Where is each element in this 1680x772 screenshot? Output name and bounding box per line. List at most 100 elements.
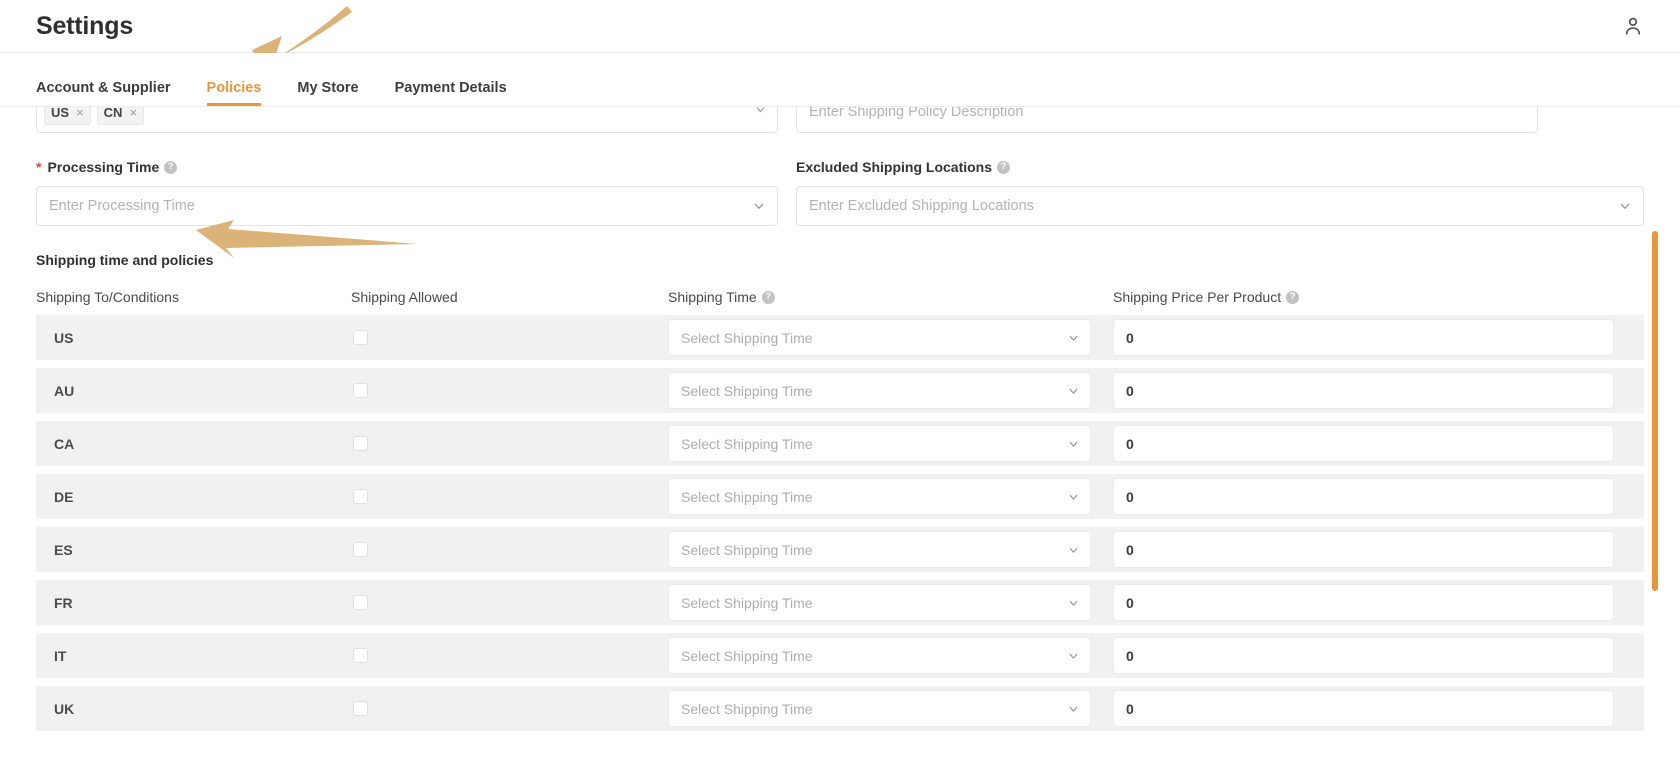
- chevron-down-icon[interactable]: [1067, 384, 1080, 397]
- chevron-down-icon[interactable]: [1067, 702, 1080, 715]
- shipping-allowed-checkbox[interactable]: [353, 330, 368, 345]
- user-account-button[interactable]: [1622, 15, 1644, 37]
- shipping-allowed-checkbox[interactable]: [353, 383, 368, 398]
- table-header-row: Shipping To/Conditions Shipping Allowed …: [36, 268, 1644, 315]
- row-country-code: CA: [54, 435, 75, 452]
- shipping-allowed-checkbox[interactable]: [353, 701, 368, 716]
- shipping-allowed-checkbox[interactable]: [353, 436, 368, 451]
- clipped-field-row: US × CN × Enter Shipping Policy Descript…: [36, 107, 1644, 143]
- tab-my-store[interactable]: My Store: [297, 80, 358, 106]
- help-icon[interactable]: ?: [164, 160, 178, 174]
- chevron-down-icon[interactable]: [1067, 490, 1080, 503]
- row-country-code: ES: [54, 541, 73, 558]
- label-text: Processing Time: [47, 159, 160, 175]
- shipping-price-input[interactable]: 0: [1113, 478, 1614, 515]
- column-label: Shipping To/Conditions: [36, 289, 179, 305]
- vertical-scrollbar-thumb[interactable]: [1652, 231, 1658, 591]
- column-header-shipping-time: Shipping Time ?: [668, 289, 1113, 305]
- processing-time-select[interactable]: Enter Processing Time: [36, 186, 778, 226]
- shipping-price-input[interactable]: 0: [1113, 637, 1614, 674]
- chip-cn[interactable]: CN ×: [96, 107, 145, 125]
- shipping-allowed-checkbox[interactable]: [353, 489, 368, 504]
- shipping-price-input[interactable]: 0: [1113, 372, 1614, 409]
- excluded-shipping-locations-select[interactable]: Enter Excluded Shipping Locations: [796, 186, 1644, 226]
- shipping-time-select[interactable]: Select Shipping Time: [668, 637, 1091, 674]
- shipping-price-input[interactable]: 0: [1113, 425, 1614, 462]
- chip-us[interactable]: US ×: [44, 107, 91, 125]
- shipping-allowed-checkbox[interactable]: [353, 648, 368, 663]
- row-shipping-allowed-cell: [351, 315, 668, 360]
- shipping-locations-multiselect[interactable]: US × CN ×: [36, 107, 778, 133]
- required-marker: *: [36, 159, 42, 175]
- tab-account-supplier[interactable]: Account & Supplier: [36, 80, 171, 106]
- table-row: CA Select Shipping Time 0: [36, 421, 1644, 466]
- page-title: Settings: [36, 11, 134, 40]
- row-country-code: US: [54, 329, 74, 346]
- help-icon[interactable]: ?: [761, 290, 775, 304]
- shipping-time-select[interactable]: Select Shipping Time: [668, 584, 1091, 621]
- shipping-price-input[interactable]: 0: [1113, 690, 1614, 727]
- user-icon: [1625, 17, 1641, 35]
- section-title: Shipping time and policies: [36, 252, 214, 268]
- chevron-down-icon[interactable]: [754, 107, 767, 121]
- shipping-time-select[interactable]: Select Shipping Time: [668, 690, 1091, 727]
- shipping-time-placeholder: Select Shipping Time: [681, 435, 813, 452]
- excluded-shipping-locations-placeholder: Enter Excluded Shipping Locations: [809, 198, 1034, 214]
- chevron-down-icon[interactable]: [1618, 199, 1632, 213]
- table-row: US Select Shipping Time 0: [36, 315, 1644, 360]
- row-shipping-price-cell: 0: [1113, 633, 1644, 678]
- chip-label: CN: [103, 107, 123, 120]
- table-row: UK Select Shipping Time 0: [36, 686, 1644, 731]
- table-row: FR Select Shipping Time 0: [36, 580, 1644, 625]
- column-header-shipping-allowed: Shipping Allowed: [351, 289, 668, 305]
- table-row: IT Select Shipping Time 0: [36, 633, 1644, 678]
- table-row: AU Select Shipping Time 0: [36, 368, 1644, 413]
- shipping-policy-description-input[interactable]: Enter Shipping Policy Description: [796, 107, 1538, 133]
- chevron-down-icon[interactable]: [1067, 437, 1080, 450]
- chevron-down-icon[interactable]: [1067, 596, 1080, 609]
- excluded-shipping-locations-field: Excluded Shipping Locations ? Enter Excl…: [796, 159, 1644, 226]
- shipping-time-select[interactable]: Select Shipping Time: [668, 531, 1091, 568]
- row-shipping-time-cell: Select Shipping Time: [668, 421, 1113, 466]
- row-shipping-allowed-cell: [351, 368, 668, 413]
- chevron-down-icon[interactable]: [1067, 331, 1080, 344]
- shipping-allowed-checkbox[interactable]: [353, 595, 368, 610]
- shipping-time-placeholder: Select Shipping Time: [681, 700, 813, 717]
- chip-remove-icon[interactable]: ×: [129, 107, 137, 120]
- shipping-price-input[interactable]: 0: [1113, 584, 1614, 621]
- row-shipping-time-cell: Select Shipping Time: [668, 633, 1113, 678]
- vertical-scrollbar[interactable]: [1652, 228, 1658, 772]
- chip-label: US: [51, 107, 70, 120]
- row-shipping-allowed-cell: [351, 527, 668, 572]
- table-row: DE Select Shipping Time 0: [36, 474, 1644, 519]
- shipping-time-select[interactable]: Select Shipping Time: [668, 425, 1091, 462]
- shipping-time-select[interactable]: Select Shipping Time: [668, 319, 1091, 356]
- row-shipping-allowed-cell: [351, 633, 668, 678]
- help-icon[interactable]: ?: [1286, 290, 1300, 304]
- tab-policies[interactable]: Policies: [206, 80, 261, 106]
- row-shipping-price-cell: 0: [1113, 315, 1644, 360]
- row-shipping-time-cell: Select Shipping Time: [668, 527, 1113, 572]
- row-shipping-time-cell: Select Shipping Time: [668, 368, 1113, 413]
- shipping-allowed-checkbox[interactable]: [353, 542, 368, 557]
- chip-remove-icon[interactable]: ×: [76, 107, 84, 120]
- column-label: Shipping Price Per Product: [1113, 289, 1282, 305]
- shipping-time-placeholder: Select Shipping Time: [681, 594, 813, 611]
- page-header: Settings: [0, 0, 1680, 53]
- shipping-time-select[interactable]: Select Shipping Time: [668, 372, 1091, 409]
- chevron-down-icon[interactable]: [1067, 649, 1080, 662]
- chevron-down-icon[interactable]: [1067, 543, 1080, 556]
- policies-form: US × CN × Enter Shipping Policy Descript…: [0, 107, 1680, 226]
- chevron-down-icon[interactable]: [752, 199, 766, 213]
- row-shipping-price-cell: 0: [1113, 474, 1644, 519]
- shipping-price-input[interactable]: 0: [1113, 319, 1614, 356]
- shipping-price-input[interactable]: 0: [1113, 531, 1614, 568]
- tab-payment-details[interactable]: Payment Details: [395, 80, 507, 106]
- row-shipping-price-cell: 0: [1113, 686, 1644, 731]
- shipping-time-placeholder: Select Shipping Time: [681, 329, 813, 346]
- row-shipping-price-cell: 0: [1113, 421, 1644, 466]
- shipping-time-select[interactable]: Select Shipping Time: [668, 478, 1091, 515]
- help-icon[interactable]: ?: [997, 160, 1011, 174]
- column-header-shipping-price-per-product: Shipping Price Per Product ?: [1113, 289, 1644, 305]
- row-shipping-price-cell: 0: [1113, 368, 1644, 413]
